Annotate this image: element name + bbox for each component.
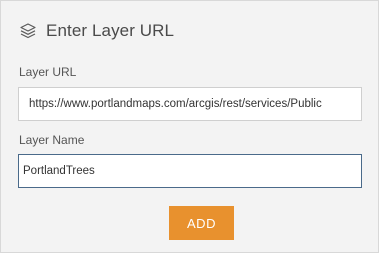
layer-url-label: Layer URL <box>19 65 77 79</box>
add-button[interactable]: ADD <box>169 206 234 240</box>
enter-layer-url-panel: Enter Layer URL Layer URL Layer Name ADD <box>0 0 379 253</box>
layer-name-input[interactable] <box>18 154 362 188</box>
panel-title: Enter Layer URL <box>46 21 175 40</box>
layer-name-label: Layer Name <box>19 133 85 147</box>
layer-url-input[interactable] <box>18 87 362 121</box>
panel-header: Enter Layer URL <box>19 19 174 43</box>
layers-icon <box>19 22 37 40</box>
